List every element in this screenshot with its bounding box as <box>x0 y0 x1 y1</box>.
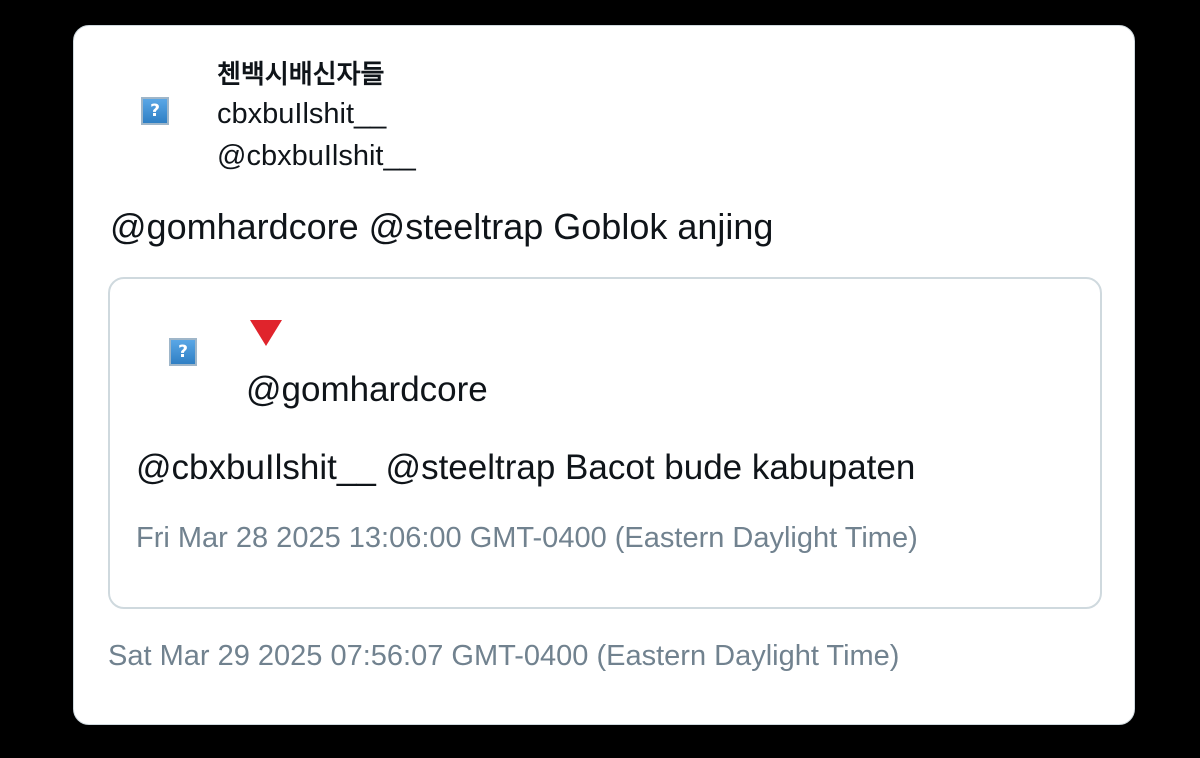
quoted-tweet-text: @cbxbuIlshit__ @steeltrap Bacot bude kab… <box>136 448 916 487</box>
author-name[interactable]: cbxbuIlshit__ <box>217 98 386 131</box>
red-triangle-pointed-down-icon <box>250 320 282 346</box>
broken-image-icon: ? <box>169 338 197 366</box>
author-avatar[interactable]: ? <box>108 62 204 158</box>
tweet-card: ? 첸백시배신자들 cbxbuIlshit__ @cbxbuIlshit__ @… <box>73 25 1135 725</box>
quoted-tweet-card[interactable]: ? @gomhardcore @cbxbuIlshit__ @steeltrap… <box>108 277 1102 609</box>
tweet-text: @gomhardcore @steeltrap Goblok anjing <box>110 206 774 247</box>
quoted-author-avatar[interactable]: ? <box>136 304 232 400</box>
tweet-timestamp[interactable]: Sat Mar 29 2025 07:56:07 GMT-0400 (Easte… <box>108 640 899 673</box>
broken-image-icon: ? <box>141 97 169 125</box>
author-handle[interactable]: @cbxbuIlshit__ <box>217 140 416 173</box>
author-display-name[interactable]: 첸백시배신자들 <box>217 54 384 91</box>
quoted-tweet-timestamp[interactable]: Fri Mar 28 2025 13:06:00 GMT-0400 (Easte… <box>136 522 918 555</box>
quoted-author-handle[interactable]: @gomhardcore <box>246 370 488 410</box>
